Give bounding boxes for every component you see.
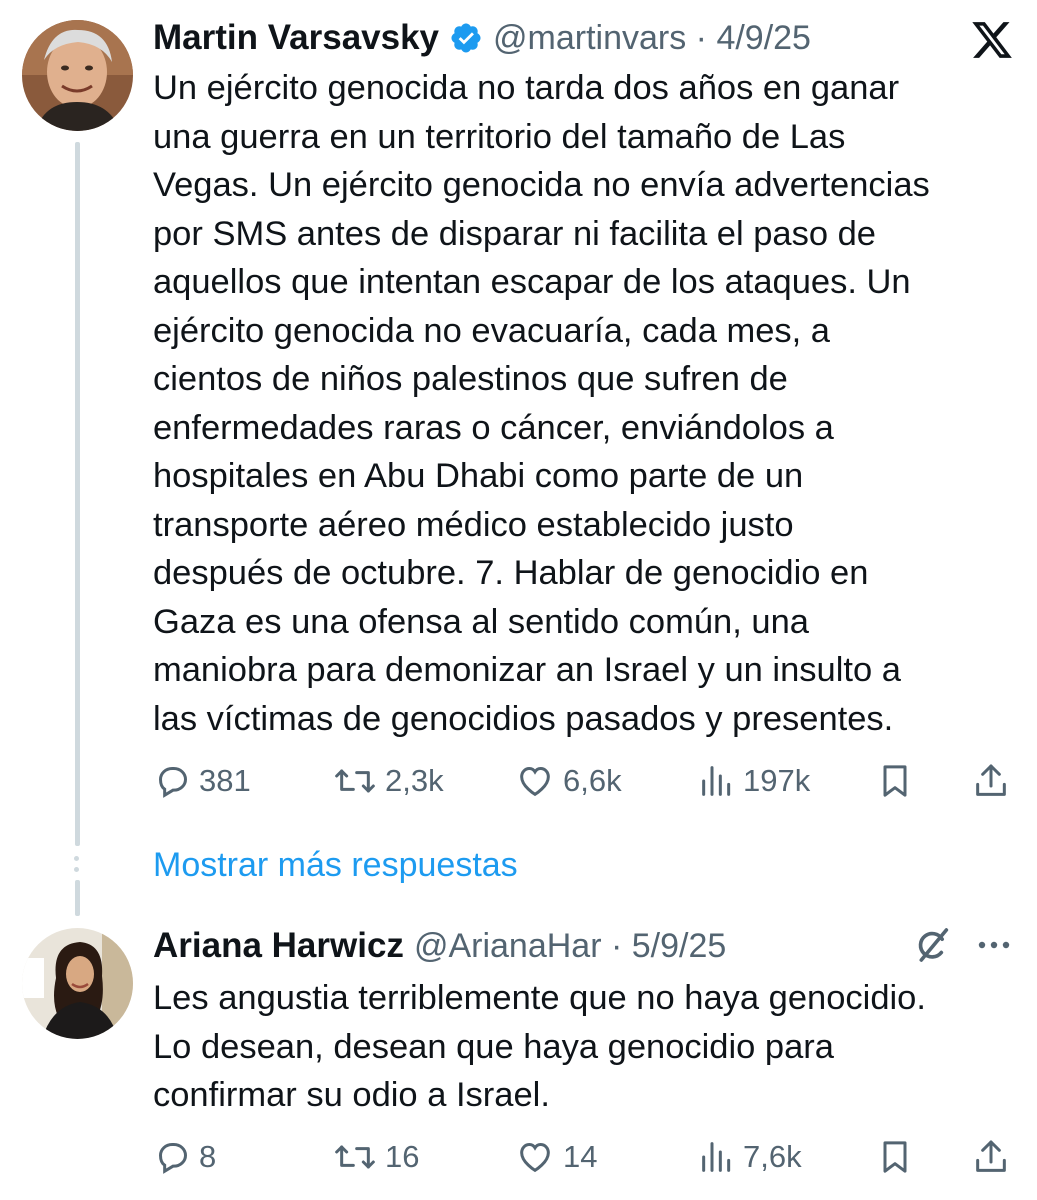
author-handle-date[interactable]: @ArianaHar · 5/9/25 (414, 927, 726, 966)
tweet-header: Martin Varsavsky @martinvars · 4/9/25 (153, 16, 811, 60)
bookmark-button[interactable] (875, 758, 915, 804)
avatar-martin-varsavsky[interactable] (22, 20, 133, 131)
tweet-body-line: Les angustia terriblemente que no haya g… (153, 979, 926, 1017)
tweet-body: Les angustia terriblemente que no haya g… (153, 974, 926, 1120)
tweet-body: Un ejército genocida no tarda dos años e… (153, 64, 930, 743)
repost-icon (335, 769, 375, 793)
show-more-replies-link[interactable]: Mostrar más respuestas (153, 846, 518, 885)
repost-count: 16 (385, 1139, 420, 1174)
tweet-body-line: Vegas. Un ejército genocida no envía adv… (153, 166, 930, 204)
tweet-body-line: por SMS antes de disparar ni facilita el… (153, 214, 876, 253)
tweet-body-line: maniobra para demonizar an Israel y un i… (153, 651, 901, 689)
share-button[interactable] (971, 758, 1011, 804)
reply-button[interactable]: 8 (153, 1134, 216, 1180)
thread-gap-dots (74, 856, 80, 878)
repost-icon (335, 1145, 375, 1169)
tweet-actions: 8 16 14 7,6k (153, 1134, 1023, 1180)
avatar-ariana-harwicz[interactable] (22, 928, 133, 1039)
like-icon (520, 1142, 550, 1173)
repost-button[interactable]: 16 (331, 1134, 419, 1180)
verified-badge-icon (451, 23, 481, 53)
reply-icon (158, 1143, 188, 1174)
repost-count: 2,3k (385, 763, 444, 798)
reply-button[interactable]: 381 (153, 758, 251, 804)
tweet-body-line: las víctimas de genocidios pasados y pre… (153, 699, 894, 738)
reply-count: 8 (199, 1139, 217, 1174)
avatar-image (22, 20, 133, 131)
tweet-body-line: cientos de niños palestinos que sufren d… (153, 360, 788, 398)
reply-count: 381 (199, 763, 251, 798)
like-button[interactable]: 14 (513, 1134, 597, 1180)
tweet-body-line: hospitales en Abu Dhabi como parte de un (153, 457, 804, 495)
like-count: 14 (563, 1139, 598, 1174)
tweet-actions: 381 2,3k 6,6k 197k (153, 758, 1023, 804)
author-name[interactable]: Martin Varsavsky (153, 18, 439, 58)
share-button[interactable] (971, 1134, 1011, 1180)
like-button[interactable]: 6,6k (513, 758, 622, 804)
share-icon (976, 1140, 1006, 1172)
views-button[interactable]: 197k (697, 758, 810, 804)
author-name[interactable]: Ariana Harwicz (153, 926, 404, 966)
avatar-image (22, 928, 133, 1039)
share-icon (976, 764, 1006, 796)
views-count: 7,6k (743, 1139, 802, 1174)
views-icon (702, 1142, 731, 1172)
tweet-body-line: aquellos que intentan escapar de los ata… (153, 263, 911, 301)
thread-line (75, 880, 80, 916)
tweet-body-line: Gaza es una ofensa al sentido común, una (153, 602, 809, 641)
author-handle-date[interactable]: @martinvars · 4/9/25 (493, 19, 811, 58)
tweet-body-line: transporte aéreo médico establecido just… (153, 505, 794, 544)
thread-line (75, 142, 80, 846)
tweet-body-line: después de octubre. 7. Hablar de genocid… (153, 554, 869, 592)
like-count: 6,6k (563, 763, 622, 798)
tweet-body-line: confirmar su odio a Israel. (153, 1076, 550, 1114)
grok-icon[interactable] (913, 925, 953, 965)
reply-icon (158, 767, 188, 798)
bookmark-icon (883, 1141, 907, 1173)
views-icon (702, 766, 731, 796)
views-button[interactable]: 7,6k (697, 1134, 802, 1180)
tweet-body-line: ejército genocida no evacuaría, cada mes… (153, 311, 830, 350)
tweet-header: Ariana Harwicz @ArianaHar · 5/9/25 (153, 924, 726, 968)
bookmark-button[interactable] (875, 1134, 915, 1180)
views-count: 197k (743, 763, 811, 798)
tweet-body-line: una guerra en un territorio del tamaño d… (153, 117, 846, 156)
x-logo-icon (972, 22, 1012, 58)
bookmark-icon (883, 765, 907, 797)
repost-button[interactable]: 2,3k (331, 758, 444, 804)
more-icon[interactable] (972, 930, 1016, 960)
like-icon (520, 766, 550, 797)
tweet-body-line: Lo desean, desean que haya genocidio par… (153, 1027, 834, 1066)
tweet-body-line: enfermedades raras o cáncer, enviándolos… (153, 408, 834, 447)
tweet-body-line: Un ejército genocida no tarda dos años e… (153, 69, 900, 107)
